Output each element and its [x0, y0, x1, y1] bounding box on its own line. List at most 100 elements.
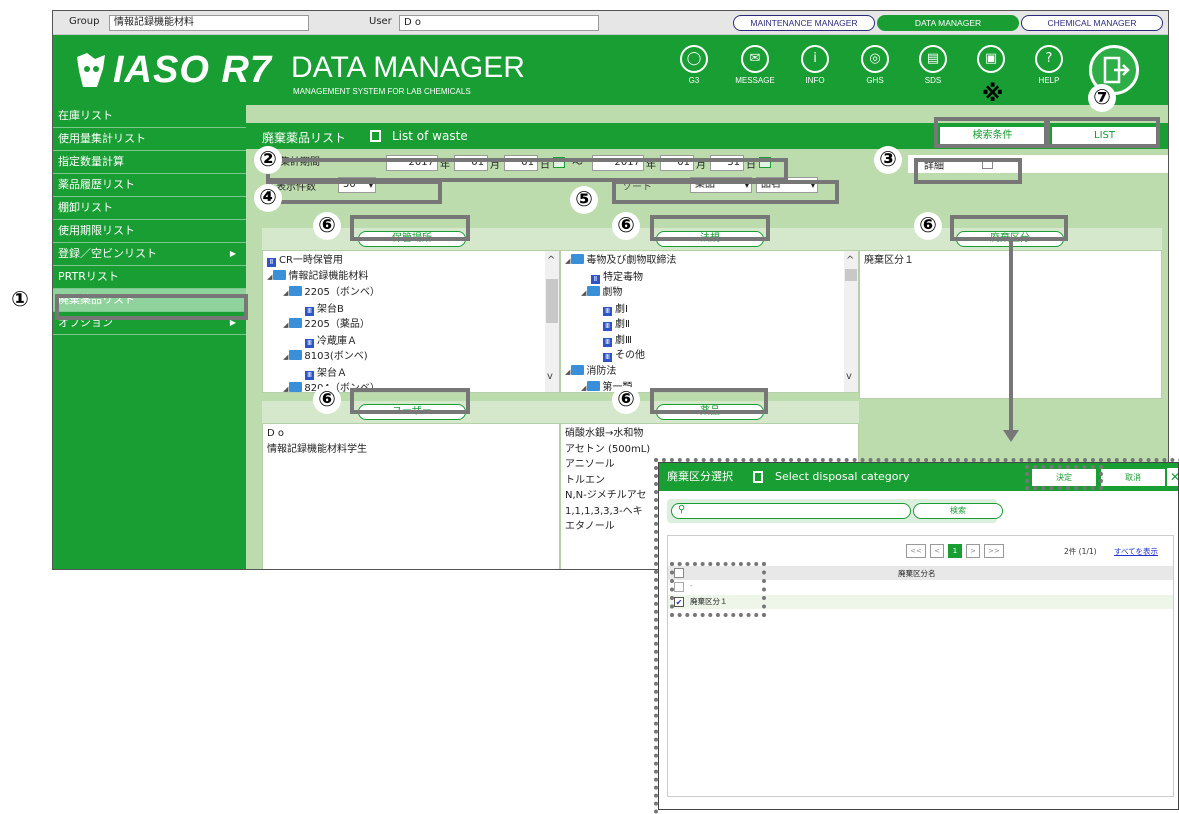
- ghs-nav-button[interactable]: ◎ GHS: [855, 41, 895, 97]
- tree-node[interactable]: ◢ 劇物: [565, 285, 854, 302]
- tree-node[interactable]: Ⅲ 架台Ａ: [267, 366, 555, 382]
- folder-icon: [289, 382, 303, 392]
- sidebar-item-prtr[interactable]: PRTRリスト: [53, 266, 246, 289]
- tab-maintenance-manager[interactable]: MAINTENANCE MANAGER: [733, 15, 875, 31]
- folder-icon: [289, 350, 303, 360]
- document-icon: ▤: [919, 45, 947, 73]
- tree-node[interactable]: Ⅱ 特定毒物: [565, 270, 854, 286]
- help-nav-button[interactable]: ? HELP: [1029, 41, 1069, 97]
- scroll-down-icon[interactable]: v: [846, 371, 852, 382]
- tree-node[interactable]: Ⅲ 劇Ⅲ: [565, 333, 854, 349]
- sidebar: 在庫リスト 使用量集計リスト 指定数量計算 薬品履歴リスト 棚卸リスト 使用期限…: [53, 105, 246, 569]
- marker-6: ⑥: [914, 212, 942, 240]
- folder-icon: [289, 286, 303, 296]
- app-subtitle: MANAGEMENT SYSTEM FOR LAB CHEMICALS: [293, 87, 471, 96]
- sidebar-item-stocktake[interactable]: 棚卸リスト: [53, 197, 246, 220]
- highlight-dialog: [654, 458, 1179, 814]
- expand-icon[interactable]: ◢: [267, 273, 272, 281]
- marker-1: ①: [6, 286, 34, 314]
- tree-node[interactable]: Ⅲ 架台B: [267, 302, 555, 318]
- arrow-line: [1009, 238, 1013, 434]
- expand-icon[interactable]: ◢: [565, 368, 570, 376]
- scroll-thumb[interactable]: [845, 269, 857, 281]
- highlight-search-conditions: [934, 117, 1048, 148]
- page-title: 廃棄薬品リスト: [262, 131, 347, 145]
- folder-icon: [273, 269, 287, 280]
- sds-nav-button[interactable]: ▤ SDS: [913, 41, 953, 97]
- title-divider-icon: [370, 130, 381, 142]
- marker-2: ②: [254, 146, 282, 174]
- marker-6: ⑥: [313, 212, 341, 240]
- folder-icon: [587, 286, 601, 296]
- app-title: DATA MANAGER: [291, 51, 525, 84]
- user-field[interactable]: D o: [399, 15, 599, 31]
- mascot-logo-icon: [73, 51, 109, 91]
- law-icon: Ⅲ: [603, 337, 612, 347]
- storage-icon: Ⅲ: [305, 338, 314, 348]
- scroll-thumb[interactable]: [546, 279, 558, 323]
- law-tree-panel: ◢ 毒物及び劇物取締法 Ⅱ 特定毒物 ◢ 劇物 Ⅲ 劇Ⅰ Ⅲ 劇Ⅱ Ⅲ 劇Ⅲ Ⅲ その他 ◢ 消…: [560, 250, 859, 393]
- expand-icon[interactable]: ◢: [283, 321, 288, 329]
- highlight-detail: [914, 158, 1022, 184]
- list-item[interactable]: D o: [267, 426, 555, 442]
- sidebar-item-history[interactable]: 薬品履歴リスト: [53, 174, 246, 197]
- tree-node[interactable]: ◢ 8103(ボンベ): [267, 349, 555, 366]
- highlight-chemical: [650, 388, 768, 414]
- highlight-law: [650, 215, 770, 241]
- top-bar: Group 情報記録機能材料 User D o MAINTENANCE MANA…: [53, 11, 1168, 35]
- law-icon: Ⅱ: [591, 274, 600, 284]
- tree-node[interactable]: Ⅱ CR一時保管用: [267, 253, 555, 269]
- list-item[interactable]: 情報記録機能材料学生: [267, 442, 555, 458]
- sidebar-item-quantity[interactable]: 指定数量計算: [53, 151, 246, 174]
- note-marker: ※: [982, 82, 1004, 107]
- tree-node[interactable]: Ⅲ 冷蔵庫Ａ: [267, 334, 555, 350]
- highlight-count: [266, 180, 442, 204]
- expand-icon[interactable]: ◢: [581, 289, 586, 297]
- marker-7: ⑦: [1088, 84, 1116, 112]
- expand-icon[interactable]: ◢: [565, 257, 570, 265]
- tree-node[interactable]: ◢ 情報記録機能材料: [267, 269, 555, 286]
- storage-tree-panel: Ⅱ CR一時保管用 ◢ 情報記録機能材料 ◢ 2205（ボンベ） Ⅲ 架台B ◢ 2205…: [262, 250, 560, 393]
- sidebar-item-expiry[interactable]: 使用期限リスト: [53, 220, 246, 243]
- marker-4: ④: [254, 184, 282, 212]
- scroll-down-icon[interactable]: v: [547, 371, 553, 382]
- tree-node[interactable]: ◢ 毒物及び劇物取締法: [565, 253, 854, 270]
- help-icon: ?: [1035, 45, 1063, 73]
- tree-node[interactable]: ◢ 2205（ボンベ）: [267, 285, 555, 302]
- list-item[interactable]: アセトン (500mL): [565, 442, 854, 458]
- expand-icon[interactable]: ◢: [581, 384, 586, 392]
- bottle-icon: ◯: [680, 45, 708, 73]
- list-item[interactable]: 硝酸水銀→水和物: [565, 426, 854, 442]
- scrollbar[interactable]: ^ v: [844, 251, 858, 392]
- folder-icon: [571, 254, 585, 264]
- tree-node[interactable]: ◢ 消防法: [565, 364, 854, 381]
- tree-node[interactable]: Ⅲ その他: [565, 348, 854, 364]
- message-icon: ✉: [741, 45, 769, 73]
- highlight-period: [266, 158, 788, 182]
- tree-node[interactable]: ◢ 2205（薬品）: [267, 317, 555, 334]
- sidebar-item-registration[interactable]: 登録／空ビンリスト ▶: [53, 243, 246, 266]
- tree-node[interactable]: Ⅲ 劇Ⅰ: [565, 302, 854, 318]
- scrollbar[interactable]: ^ v: [545, 251, 559, 392]
- sidebar-item-inventory[interactable]: 在庫リスト: [53, 105, 246, 128]
- tab-data-manager[interactable]: DATA MANAGER: [877, 15, 1019, 31]
- expand-icon[interactable]: ◢: [283, 289, 288, 297]
- tab-chemical-manager[interactable]: CHEMICAL MANAGER: [1021, 15, 1163, 31]
- user-label: User: [369, 16, 392, 27]
- info-icon: i: [801, 45, 829, 73]
- marker-6: ⑥: [313, 386, 341, 414]
- storage-icon: Ⅲ: [305, 306, 314, 316]
- expand-icon[interactable]: ◢: [283, 385, 288, 392]
- message-nav-button[interactable]: ✉ MESSAGE: [735, 41, 775, 97]
- expand-icon[interactable]: ◢: [283, 353, 288, 361]
- scroll-up-icon[interactable]: ^: [547, 255, 555, 266]
- marker-3: ③: [874, 146, 902, 174]
- marker-6: ⑥: [612, 386, 640, 414]
- highlight-user: [350, 388, 470, 414]
- sidebar-item-usage[interactable]: 使用量集計リスト: [53, 128, 246, 151]
- group-field[interactable]: 情報記録機能材料: [109, 15, 309, 31]
- scroll-up-icon[interactable]: ^: [846, 255, 854, 266]
- info-nav-button[interactable]: i INFO: [795, 41, 835, 97]
- tree-node[interactable]: Ⅲ 劇Ⅱ: [565, 317, 854, 333]
- g3-nav-button[interactable]: ◯ G3: [674, 41, 714, 97]
